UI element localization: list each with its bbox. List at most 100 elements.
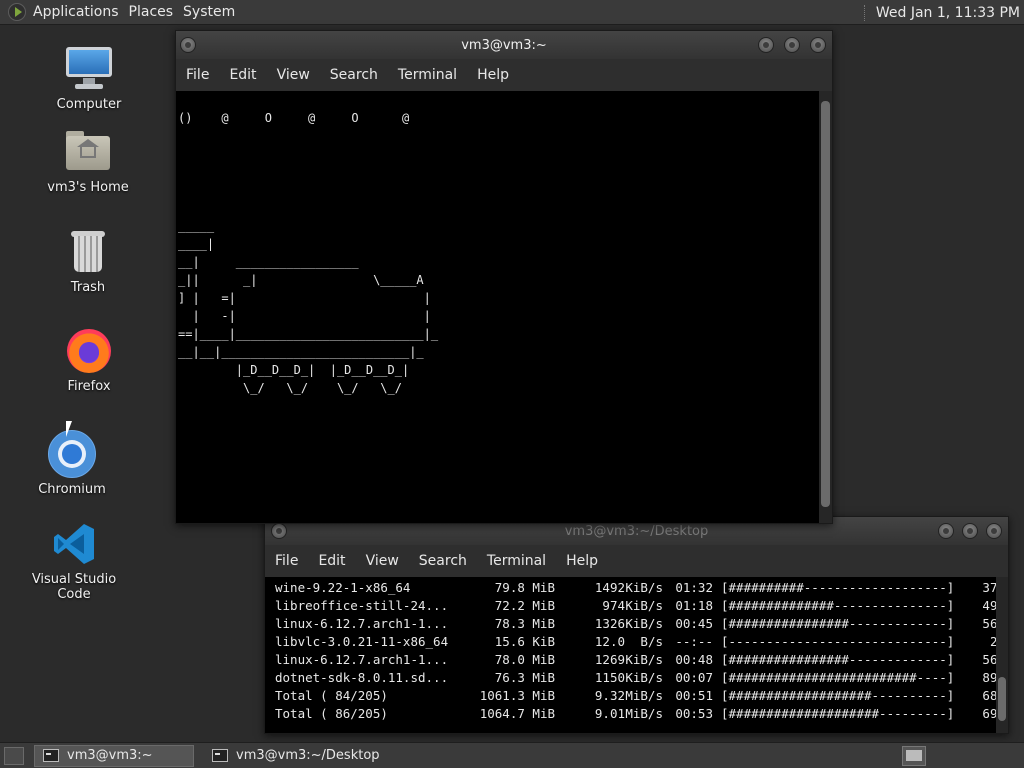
- terminal-scrollbar[interactable]: [819, 91, 832, 523]
- taskbar-item-label: vm3@vm3:~: [67, 748, 153, 763]
- system-menu[interactable]: System: [181, 4, 243, 20]
- panel-separator: [863, 4, 866, 21]
- package-size: 72.2 MiB: [494, 598, 555, 613]
- menu-search[interactable]: Search: [419, 553, 467, 569]
- scrollbar-thumb[interactable]: [998, 677, 1006, 721]
- menu-terminal[interactable]: Terminal: [398, 67, 457, 83]
- menu-search[interactable]: Search: [330, 67, 378, 83]
- terminal-scrollbar[interactable]: [996, 577, 1008, 733]
- package-name: Total ( 86/205): [275, 706, 388, 721]
- window-title: vm3@vm3:~/Desktop: [564, 523, 709, 539]
- package-size: 76.3 MiB: [494, 670, 555, 685]
- show-desktop-icon[interactable]: [4, 746, 24, 765]
- package-name: libreoffice-still-24...: [275, 598, 449, 613]
- places-menu[interactable]: Places: [127, 4, 182, 20]
- menu-terminal[interactable]: Terminal: [487, 553, 546, 569]
- window-titlebar[interactable]: vm3@vm3:~: [176, 31, 832, 59]
- close-button[interactable]: [810, 37, 826, 53]
- progress-bar: [##############---------------]: [721, 598, 955, 613]
- taskbar-item-terminal-desktop[interactable]: vm3@vm3:~/Desktop: [204, 745, 388, 767]
- menu-edit[interactable]: Edit: [229, 67, 256, 83]
- menu-file[interactable]: File: [275, 553, 298, 569]
- terminal-output[interactable]: () @ O @ O @ _____ ____| __| ___________…: [176, 91, 819, 523]
- package-size: 78.0 MiB: [494, 652, 555, 667]
- minimize-button[interactable]: [938, 523, 954, 539]
- firefox-icon: [65, 327, 113, 373]
- desktop-icon-label: vm3's Home: [47, 180, 129, 195]
- clock[interactable]: Wed Jan 1, 11:33 PM: [863, 0, 1020, 25]
- minimize-button[interactable]: [758, 37, 774, 53]
- eta: 00:07: [675, 670, 713, 685]
- window-menu-button[interactable]: [180, 37, 196, 53]
- terminal-window-desktop[interactable]: vm3@vm3:~/Desktop File Edit View Search …: [264, 516, 1009, 734]
- rate-unit: KiB/s: [625, 580, 663, 595]
- menu-edit[interactable]: Edit: [318, 553, 345, 569]
- mouse-cursor-icon: [66, 421, 72, 437]
- package-name: linux-6.12.7.arch1-1...: [275, 616, 449, 631]
- desktop-icon-label: Visual Studio Code: [31, 572, 117, 602]
- download-rate: 1269: [594, 652, 625, 667]
- menu-file[interactable]: File: [186, 67, 209, 83]
- rate-unit: KiB/s: [625, 616, 663, 631]
- download-rate: 1492: [594, 580, 625, 595]
- download-rate: 1326: [594, 616, 625, 631]
- top-panel: Applications Places System Wed Jan 1, 11…: [0, 0, 1024, 25]
- menu-help[interactable]: Help: [566, 553, 598, 569]
- download-row: Total ( 84/205) 1061.3 MiB 9.32 MiB/s 00:51 […: [275, 687, 1005, 705]
- eta: 00:51: [675, 688, 713, 703]
- window-menu-button[interactable]: [271, 523, 287, 539]
- applications-menu[interactable]: Applications: [31, 4, 127, 20]
- terminal-window-home[interactable]: vm3@vm3:~ File Edit View Search Terminal…: [175, 30, 833, 524]
- download-rate: 9.01: [594, 706, 625, 721]
- desktop-icon-firefox[interactable]: Firefox: [29, 327, 149, 394]
- progress-bar: [#########################----]: [721, 670, 955, 685]
- package-size: 1064.7 MiB: [479, 706, 555, 721]
- eta: 01:18: [675, 598, 713, 613]
- progress-bar: [################-------------]: [721, 616, 955, 631]
- vscode-icon: [50, 520, 98, 566]
- download-row: dotnet-sdk-8.0.11.sd... 76.3 MiB 1150 KiB/s…: [275, 669, 1005, 687]
- workspace-switcher-icon[interactable]: [902, 746, 926, 766]
- package-size: 1061.3 MiB: [479, 688, 555, 703]
- close-button[interactable]: [986, 523, 1002, 539]
- eta: 01:32: [675, 580, 713, 595]
- download-progress-list: wine-9.22-1-x86_64 79.8 MiB 1492 KiB/s 01:32…: [275, 579, 1005, 723]
- progress-bar: [##########-------------------]: [721, 580, 955, 595]
- download-rate: 9.32: [594, 688, 625, 703]
- menu-view[interactable]: View: [366, 553, 399, 569]
- desktop-icon-computer[interactable]: Computer: [29, 45, 149, 112]
- download-row: linux-6.12.7.arch1-1... 78.0 MiB 1269 KiB/s…: [275, 651, 1005, 669]
- rate-unit: B/s: [640, 634, 663, 649]
- terminal-output[interactable]: wine-9.22-1-x86_64 79.8 MiB 1492 KiB/s 01:32…: [265, 577, 1005, 733]
- distro-logo-icon[interactable]: [8, 3, 26, 21]
- desktop-icon-label: Trash: [70, 280, 106, 295]
- download-rate: 974: [602, 598, 625, 613]
- package-name: Total ( 84/205): [275, 688, 388, 703]
- package-size: 79.8 MiB: [494, 580, 555, 595]
- computer-icon: [65, 45, 113, 91]
- rate-unit: MiB/s: [625, 706, 663, 721]
- package-name: linux-6.12.7.arch1-1...: [275, 652, 449, 667]
- download-row: libreoffice-still-24... 72.2 MiB 974 KiB/s 0…: [275, 597, 1005, 615]
- terminal-menubar: File Edit View Search Terminal Help: [265, 545, 1008, 577]
- download-row: linux-6.12.7.arch1-1... 78.3 MiB 1326 KiB/s…: [275, 615, 1005, 633]
- desktop-icon-trash[interactable]: Trash: [28, 228, 148, 295]
- desktop-icon-vscode[interactable]: Visual Studio Code: [14, 520, 134, 602]
- trash-icon: [64, 228, 112, 274]
- download-row: wine-9.22-1-x86_64 79.8 MiB 1492 KiB/s 01:32…: [275, 579, 1005, 597]
- desktop-icon-home[interactable]: vm3's Home: [28, 128, 148, 195]
- package-name: libvlc-3.0.21-11-x86_64: [275, 634, 449, 649]
- scrollbar-thumb[interactable]: [821, 101, 830, 507]
- rate-unit: KiB/s: [625, 598, 663, 613]
- taskbar-item-terminal-home[interactable]: vm3@vm3:~: [34, 744, 194, 767]
- desktop-icon-chromium[interactable]: Chromium: [12, 430, 132, 497]
- progress-bar: [###################----------]: [721, 688, 955, 703]
- package-size: 15.6 KiB: [494, 634, 555, 649]
- menu-view[interactable]: View: [277, 67, 310, 83]
- progress-bar: [################-------------]: [721, 652, 955, 667]
- download-row: libvlc-3.0.21-11-x86_64 15.6 KiB 12.0 B/s --…: [275, 633, 1005, 651]
- terminal-icon: [43, 749, 59, 762]
- maximize-button[interactable]: [784, 37, 800, 53]
- maximize-button[interactable]: [962, 523, 978, 539]
- menu-help[interactable]: Help: [477, 67, 509, 83]
